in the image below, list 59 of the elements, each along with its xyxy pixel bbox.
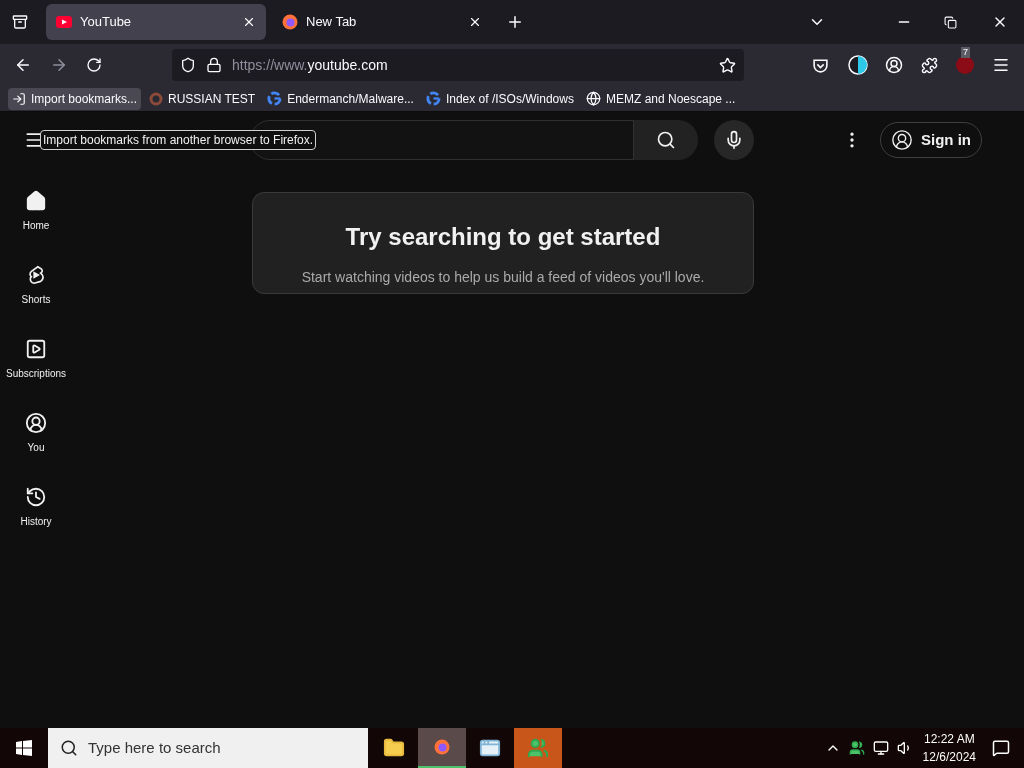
extensions-icon[interactable]	[921, 56, 938, 74]
menu-icon[interactable]	[992, 56, 1010, 74]
lock-icon	[206, 57, 222, 73]
new-tab-icon[interactable]	[506, 13, 524, 31]
tab-title: YouTube	[80, 13, 133, 32]
forward-icon[interactable]	[50, 56, 68, 74]
sidebar-item[interactable]: Subscriptions	[0, 336, 72, 410]
url-text: https://www.youtube.com	[232, 55, 389, 75]
people-icon	[527, 737, 549, 759]
sidebar-item[interactable]: Shorts	[0, 262, 72, 336]
bookmark-item[interactable]: MEMZ and Noescape ...	[581, 87, 740, 110]
google-icon	[267, 91, 283, 106]
globe-icon	[585, 91, 601, 106]
video-logo-icon	[56, 16, 72, 28]
windows-logo-icon	[16, 740, 32, 756]
browser-tab[interactable]: New Tab	[272, 4, 492, 40]
shield-icon	[180, 57, 196, 73]
import-icon	[12, 91, 26, 106]
bookmark-item[interactable]: Endermanch/Malware...	[263, 87, 418, 110]
account-icon[interactable]	[885, 56, 903, 74]
close-tab-icon[interactable]	[242, 15, 256, 29]
sidebar-item[interactable]: You	[0, 410, 72, 484]
sidebar-item[interactable]: History	[0, 484, 72, 558]
network-icon[interactable]	[872, 740, 889, 756]
window-icon	[479, 737, 501, 759]
card-title: Try searching to get started	[345, 222, 661, 252]
back-icon[interactable]	[14, 56, 32, 74]
badge-count: 7	[961, 47, 970, 58]
archive-icon	[12, 14, 28, 30]
people-icon[interactable]	[848, 740, 865, 756]
taskbar-search-field[interactable]: Type here to search	[48, 728, 368, 768]
restore-icon[interactable]	[944, 15, 957, 29]
browser-logo-icon	[434, 739, 450, 755]
google-icon	[425, 91, 441, 106]
browser-logo-icon	[282, 14, 298, 30]
user-icon	[891, 129, 913, 151]
reload-icon[interactable]	[86, 57, 102, 73]
search-icon	[60, 739, 78, 757]
close-tab-icon[interactable]	[468, 15, 482, 29]
voice-search-button[interactable]	[714, 120, 754, 160]
card-text: Start watching videos to help us build a feed of videos you'll love.	[301, 268, 705, 287]
bookmark-star-icon[interactable]	[719, 56, 736, 74]
microphone-icon	[724, 130, 744, 150]
bookmark-item[interactable]: Import bookmarks...	[8, 87, 142, 110]
folder-icon	[383, 737, 405, 759]
pocket-icon[interactable]	[812, 56, 829, 74]
address-bar[interactable]: https://www.youtube.com	[172, 49, 744, 81]
notifications-icon[interactable]	[992, 739, 1010, 757]
tooltip: Import bookmarks from another browser to Firefox.	[40, 130, 317, 150]
ring-icon	[149, 91, 164, 106]
browser-tab[interactable]: YouTube	[46, 4, 266, 40]
search-icon	[656, 130, 676, 150]
clock[interactable]: 12:22 AM 12/6/2024	[922, 730, 976, 766]
bookmark-item[interactable]: RUSSIAN TEST	[145, 87, 260, 110]
tab-title: New Tab	[306, 13, 358, 32]
search-button[interactable]	[634, 120, 698, 160]
sidebar-item[interactable]: Home	[0, 188, 72, 262]
half-circle-icon[interactable]	[848, 55, 868, 75]
bookmark-item[interactable]: Index of /ISOs/Windows	[421, 87, 578, 110]
